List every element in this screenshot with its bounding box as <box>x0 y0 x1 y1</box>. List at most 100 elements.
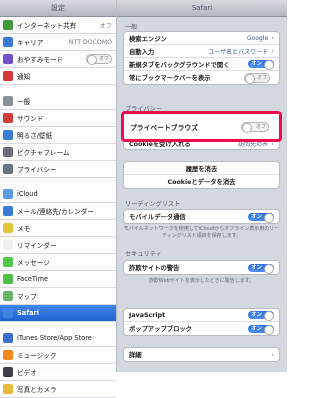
cloud-icon <box>3 189 13 199</box>
autofill-row[interactable]: 自動入力 ユーザ名とパスワード › <box>124 45 279 58</box>
sidebar-item[interactable]: プライバシー <box>0 161 116 178</box>
sidebar-item-label: メール/連絡先/カレンダー <box>17 208 94 216</box>
photos-icon <box>3 384 13 394</box>
clear-history-label: 履歴を消去 <box>185 165 218 173</box>
mail-icon <box>3 206 13 216</box>
sidebar-item[interactable]: ミュージック <box>0 347 116 364</box>
security-group: 詐欺サイトの警告 オン <box>123 260 280 275</box>
section-title-general: 一般 <box>125 24 138 31</box>
bookmarks-bar-row: 常にブックマークバーを表示 オフ <box>124 71 279 84</box>
sidebar-item-label: リマインダー <box>17 242 57 250</box>
page-title: Safari <box>117 0 287 17</box>
sidebar-item[interactable]: 一般 <box>0 93 116 110</box>
link-icon <box>3 20 13 30</box>
maps-icon <box>3 291 13 301</box>
search-engine-value: Google <box>247 34 269 42</box>
autofill-value: ユーザ名とパスワード <box>208 48 269 56</box>
javascript-toggle[interactable]: オン <box>248 311 274 321</box>
privacy-icon <box>3 164 13 174</box>
cellular-data-toggle[interactable]: オン <box>248 212 274 223</box>
javascript-label: JavaScript <box>129 311 165 319</box>
sidebar-item-label: キャリア <box>17 39 44 47</box>
sidebar-item-label: FaceTime <box>17 275 49 283</box>
new-tab-background-toggle[interactable]: オン <box>248 60 274 70</box>
sidebar-item-label: iCloud <box>17 190 38 198</box>
advanced-row[interactable]: 詳細 › <box>124 348 279 361</box>
sidebar-item[interactable]: 明るさ/壁紙 <box>0 127 116 144</box>
sidebar-item-label: ビデオ <box>17 369 37 377</box>
safari-icon <box>3 308 13 318</box>
sidebar-item-label: 写真とカメラ <box>17 386 57 394</box>
moon-icon <box>3 54 13 64</box>
sidebar-item[interactable]: おやすみモード オフ <box>0 51 116 68</box>
sidebar-item[interactable]: サウンド <box>0 110 116 127</box>
advanced-group: 詳細 › <box>123 347 280 362</box>
reminders-icon <box>3 240 13 250</box>
autofill-label: 自動入力 <box>129 48 155 56</box>
popup-block-row: ポップアップブロック オン <box>124 322 279 335</box>
facetime-icon <box>3 274 13 284</box>
popup-block-toggle[interactable]: オン <box>248 324 274 335</box>
new-tab-background-row: 新規タブをバックグラウンドで開く オン <box>124 58 279 71</box>
carrier-icon <box>3 37 13 47</box>
safari-settings-pane: Safari 一般 検索エンジン Google › 自動入力 ユーザ名とパスワー… <box>117 0 287 372</box>
private-browsing-toggle[interactable]: オフ <box>241 121 269 133</box>
fraud-warning-label: 詐欺サイトの警告 <box>129 265 180 272</box>
sidebar-title: 設定 <box>0 0 116 17</box>
sidebar-item[interactable]: インターネット共有 オフ <box>0 17 116 34</box>
fraud-warning-footnote: 詐欺Webサイトを表示したときに警告します。 <box>148 278 255 284</box>
javascript-row: JavaScript オン <box>124 309 279 322</box>
private-browsing-row: プライベートブラウズ オフ <box>121 111 282 142</box>
sidebar-item[interactable]: 通知 <box>0 68 116 85</box>
sidebar-item-label: インターネット共有 <box>17 22 77 30</box>
new-tab-background-label: 新規タブをバックグラウンドで開く <box>129 61 230 69</box>
sidebar-item[interactable]: マップ <box>0 288 116 305</box>
sidebar-item[interactable]: ピクチャフレーム <box>0 144 116 161</box>
cellular-data-row: モバイルデータ通信 オン <box>124 210 279 223</box>
clear-data-group: 履歴を消去 Cookieとデータを消去 <box>123 161 280 189</box>
private-browsing-label: プライベートブラウズ <box>130 123 198 132</box>
sidebar-item[interactable]: iCloud <box>0 186 116 203</box>
bookmarks-bar-toggle[interactable]: オフ <box>244 72 270 84</box>
sidebar-item[interactable]: メモ <box>0 220 116 237</box>
sidebar-item-label: ミュージック <box>17 352 57 360</box>
fraud-warning-row: 詐欺サイトの警告 オン <box>124 261 279 274</box>
sidebar-item[interactable]: キャリア NTT DOCOMO <box>0 34 116 51</box>
sidebar-item[interactable]: Safari <box>0 305 116 322</box>
search-engine-row[interactable]: 検索エンジン Google › <box>124 32 279 45</box>
do-not-disturb-toggle[interactable]: オフ <box>86 54 112 65</box>
sidebar-item[interactable]: 写真とカメラ <box>0 381 116 398</box>
section-title-reading-list: リーディングリスト <box>125 201 181 208</box>
clear-cookies-button[interactable]: Cookieとデータを消去 <box>124 175 279 188</box>
clear-cookies-label: Cookieとデータを消去 <box>167 179 236 186</box>
sidebar-item-label: サウンド <box>17 115 44 123</box>
picture-frame-icon <box>3 147 13 157</box>
sidebar-item-value: NTT DOCOMO <box>68 38 112 46</box>
sidebar-item[interactable]: メッセージ <box>0 254 116 271</box>
settings-sidebar: 設定 インターネット共有 オフ キャリア NTT DOCOMO おやすみモード オフ 通知一… <box>0 0 117 398</box>
clear-history-button[interactable]: 履歴を消去 <box>124 162 279 175</box>
sidebar-item[interactable]: リマインダー <box>0 237 116 254</box>
fraud-warning-toggle[interactable]: オン <box>248 263 274 274</box>
sidebar-item-label: プライバシー <box>17 166 57 174</box>
sidebar-item-label: 明るさ/壁紙 <box>17 132 53 140</box>
sidebar-item[interactable]: メール/連絡先/カレンダー <box>0 203 116 220</box>
messages-icon <box>3 257 13 267</box>
advanced-label: 詳細 <box>129 352 142 359</box>
sidebar-item[interactable]: iTunes Store/App Store <box>0 330 116 347</box>
sidebar-item-label: 一般 <box>17 98 31 106</box>
sidebar-item-label: iTunes Store/App Store <box>17 334 92 342</box>
sidebar-item-label: メモ <box>17 225 31 233</box>
sidebar-item-label: ピクチャフレーム <box>17 149 70 157</box>
sidebar-item[interactable]: ビデオ <box>0 364 116 381</box>
popup-block-label: ポップアップブロック <box>129 326 192 333</box>
settings-window: 設定 インターネット共有 オフ キャリア NTT DOCOMO おやすみモード オフ 通知一… <box>0 0 287 398</box>
chevron-right-icon: › <box>271 34 274 42</box>
sidebar-item-label: Safari <box>17 309 40 317</box>
chevron-right-icon: › <box>271 350 274 359</box>
search-engine-label: 検索エンジン <box>129 35 167 43</box>
general-group: 検索エンジン Google › 自動入力 ユーザ名とパスワード › 新規タブをバ… <box>123 31 280 85</box>
notes-icon <box>3 223 13 233</box>
gear-icon <box>3 96 13 106</box>
sidebar-item[interactable]: FaceTime <box>0 271 116 288</box>
